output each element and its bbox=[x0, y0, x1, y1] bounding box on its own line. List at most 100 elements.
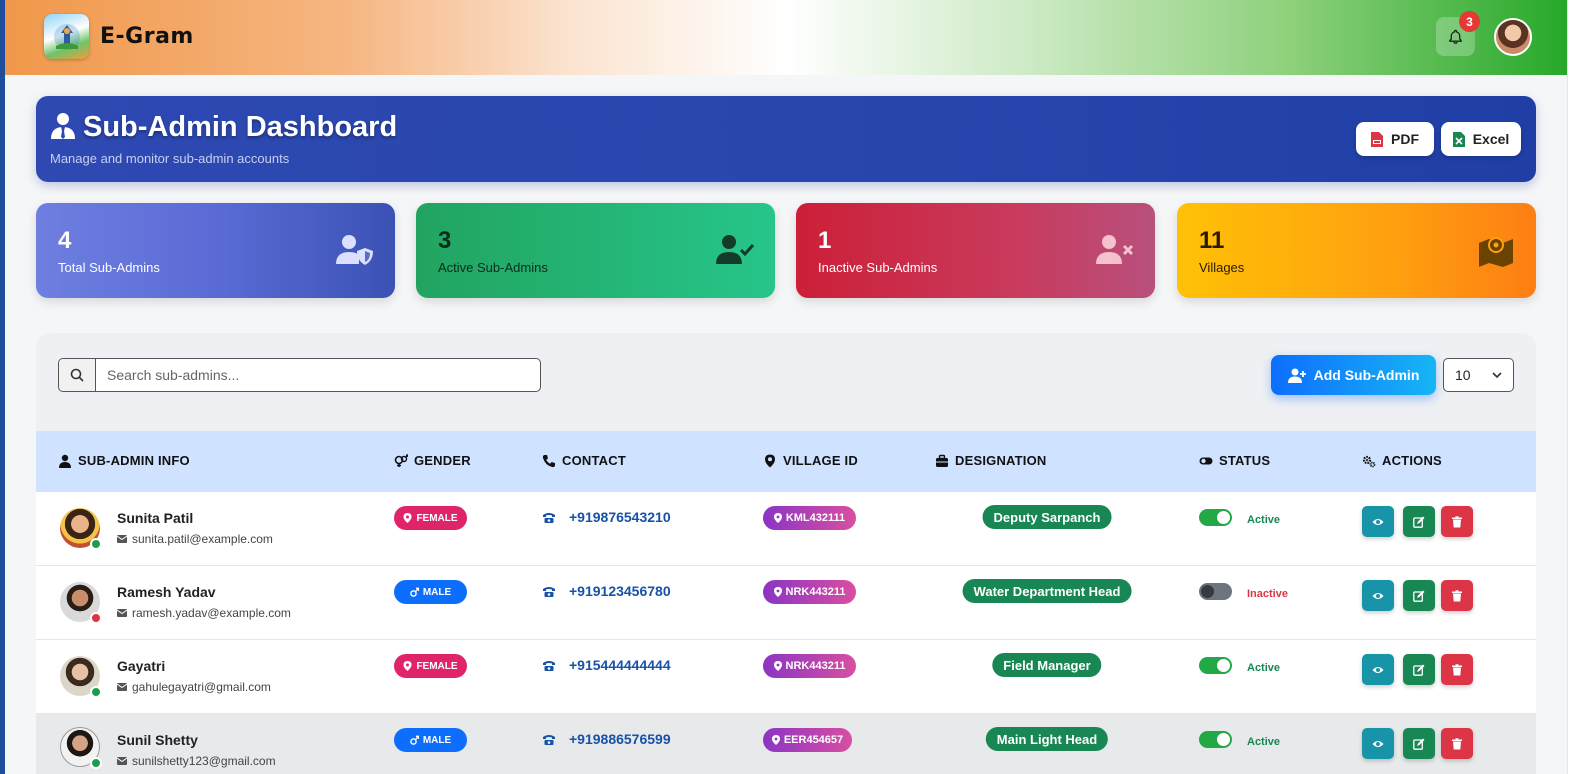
status-toggle[interactable] bbox=[1199, 583, 1232, 600]
status-toggle[interactable] bbox=[1199, 731, 1232, 748]
eye-icon bbox=[1372, 592, 1384, 599]
designation-badge: Deputy Sarpanch bbox=[982, 505, 1112, 529]
envelope-icon bbox=[117, 609, 127, 617]
add-subadmin-button[interactable]: Add Sub-Admin bbox=[1271, 355, 1436, 395]
trash-icon bbox=[1452, 737, 1462, 749]
village-id: KML432111 bbox=[785, 512, 846, 524]
delete-button[interactable] bbox=[1441, 506, 1473, 537]
envelope-icon bbox=[117, 535, 127, 543]
col-label: VILLAGE ID bbox=[783, 453, 858, 468]
map-marker-icon bbox=[403, 513, 412, 523]
app-brand: E-Gram bbox=[100, 24, 194, 49]
view-button[interactable] bbox=[1362, 654, 1394, 685]
delete-button[interactable] bbox=[1441, 654, 1473, 685]
table-row[interactable]: Sunita Patil sunita.patil@example.com FE… bbox=[36, 492, 1536, 566]
user-times-icon bbox=[1096, 235, 1134, 264]
table-row[interactable]: Ramesh Yadav ramesh.yadav@example.com MA… bbox=[36, 566, 1536, 640]
col-designation[interactable]: DESIGNATION bbox=[935, 453, 1047, 468]
edit-button[interactable] bbox=[1403, 654, 1435, 685]
stat-card-active: 3 Active Sub-Admins bbox=[416, 203, 775, 298]
stat-label: Villages bbox=[1199, 260, 1245, 275]
user-shield-icon bbox=[336, 235, 373, 265]
add-subadmin-label: Add Sub-Admin bbox=[1313, 367, 1420, 383]
contact-phone[interactable]: +915444444444 bbox=[542, 657, 671, 673]
map-marker-icon bbox=[773, 513, 782, 523]
user-check-icon bbox=[716, 235, 755, 264]
col-label: CONTACT bbox=[562, 453, 626, 468]
stat-value: 11 bbox=[1199, 227, 1225, 254]
online-indicator bbox=[90, 686, 102, 698]
export-pdf-label: PDF bbox=[1391, 131, 1419, 147]
user-avatar[interactable] bbox=[1494, 18, 1532, 56]
eye-icon bbox=[1372, 518, 1384, 525]
subadmin-email: gahulegayatri@gmail.com bbox=[117, 680, 271, 694]
contact-phone[interactable]: +919123456780 bbox=[542, 583, 671, 599]
designation-badge: Main Light Head bbox=[985, 727, 1109, 751]
phone-icon bbox=[542, 454, 555, 467]
village-badge: NRK443211 bbox=[763, 580, 856, 604]
map-marker-icon bbox=[403, 661, 412, 671]
subadmin-email: sunilshetty123@gmail.com bbox=[117, 754, 276, 768]
table-header: SUB-ADMIN INFO GENDER CONTACT VILLAGE ID… bbox=[36, 431, 1536, 492]
delete-button[interactable] bbox=[1441, 728, 1473, 759]
village-id: NRK443211 bbox=[785, 586, 846, 598]
view-button[interactable] bbox=[1362, 506, 1394, 537]
search-box bbox=[58, 358, 541, 392]
stat-card-inactive: 1 Inactive Sub-Admins bbox=[796, 203, 1155, 298]
col-label: DESIGNATION bbox=[955, 453, 1047, 468]
notification-badge: 3 bbox=[1459, 11, 1480, 32]
map-marker-icon bbox=[773, 661, 782, 671]
mars-icon bbox=[410, 587, 419, 597]
col-actions[interactable]: ACTIONS bbox=[1362, 453, 1442, 468]
contact-phone[interactable]: +919886576599 bbox=[542, 731, 671, 747]
stat-value: 4 bbox=[58, 227, 72, 254]
status-toggle[interactable] bbox=[1199, 657, 1232, 674]
phone-icon bbox=[543, 512, 555, 523]
scrollbar[interactable] bbox=[1567, 0, 1581, 774]
village-id: NRK443211 bbox=[785, 660, 846, 672]
view-button[interactable] bbox=[1362, 728, 1394, 759]
delete-button[interactable] bbox=[1441, 580, 1473, 611]
edit-button[interactable] bbox=[1403, 506, 1435, 537]
export-excel-button[interactable]: Excel bbox=[1441, 122, 1521, 156]
envelope-icon bbox=[117, 683, 127, 691]
trash-icon bbox=[1452, 589, 1462, 601]
contact-phone[interactable]: +919876543210 bbox=[542, 509, 671, 525]
view-button[interactable] bbox=[1362, 580, 1394, 611]
village-id: EER454657 bbox=[783, 734, 844, 746]
gender-label: MALE bbox=[422, 586, 452, 598]
col-status[interactable]: STATUS bbox=[1199, 453, 1270, 468]
toggle-icon bbox=[1199, 457, 1213, 464]
col-subadmin-info[interactable]: SUB-ADMIN INFO bbox=[58, 453, 190, 468]
search-input[interactable] bbox=[96, 359, 540, 391]
user-plus-icon bbox=[1287, 368, 1306, 383]
phone-icon bbox=[543, 734, 555, 745]
left-edge-bar bbox=[0, 0, 5, 774]
page-subtitle: Manage and monitor sub-admin accounts bbox=[50, 151, 290, 166]
stat-label: Inactive Sub-Admins bbox=[818, 260, 938, 275]
col-contact[interactable]: CONTACT bbox=[542, 453, 626, 468]
export-excel-label: Excel bbox=[1472, 131, 1510, 147]
edit-icon bbox=[1413, 590, 1425, 602]
email-text: sunilshetty123@gmail.com bbox=[132, 754, 276, 768]
table-row[interactable]: Sunil Shetty sunilshetty123@gmail.com MA… bbox=[36, 714, 1536, 774]
col-village-id[interactable]: VILLAGE ID bbox=[763, 453, 858, 468]
app-logo[interactable] bbox=[44, 14, 89, 59]
village-badge: KML432111 bbox=[763, 506, 856, 530]
pdf-file-icon bbox=[1371, 131, 1383, 147]
phone-number: +919876543210 bbox=[569, 509, 671, 525]
edit-icon bbox=[1413, 664, 1425, 676]
page-size-select[interactable]: 10 bbox=[1443, 358, 1514, 392]
export-pdf-button[interactable]: PDF bbox=[1356, 122, 1434, 156]
edit-button[interactable] bbox=[1403, 728, 1435, 759]
village-badge: NRK443211 bbox=[763, 654, 856, 678]
phone-number: +915444444444 bbox=[569, 657, 671, 673]
phone-number: +919886576599 bbox=[569, 731, 671, 747]
table-row[interactable]: Gayatri gahulegayatri@gmail.com FEMALE +… bbox=[36, 640, 1536, 714]
col-gender[interactable]: GENDER bbox=[394, 453, 471, 468]
col-label: SUB-ADMIN INFO bbox=[78, 453, 190, 468]
email-text: ramesh.yadav@example.com bbox=[132, 606, 291, 620]
phone-number: +919123456780 bbox=[569, 583, 671, 599]
status-toggle[interactable] bbox=[1199, 509, 1232, 526]
edit-button[interactable] bbox=[1403, 580, 1435, 611]
